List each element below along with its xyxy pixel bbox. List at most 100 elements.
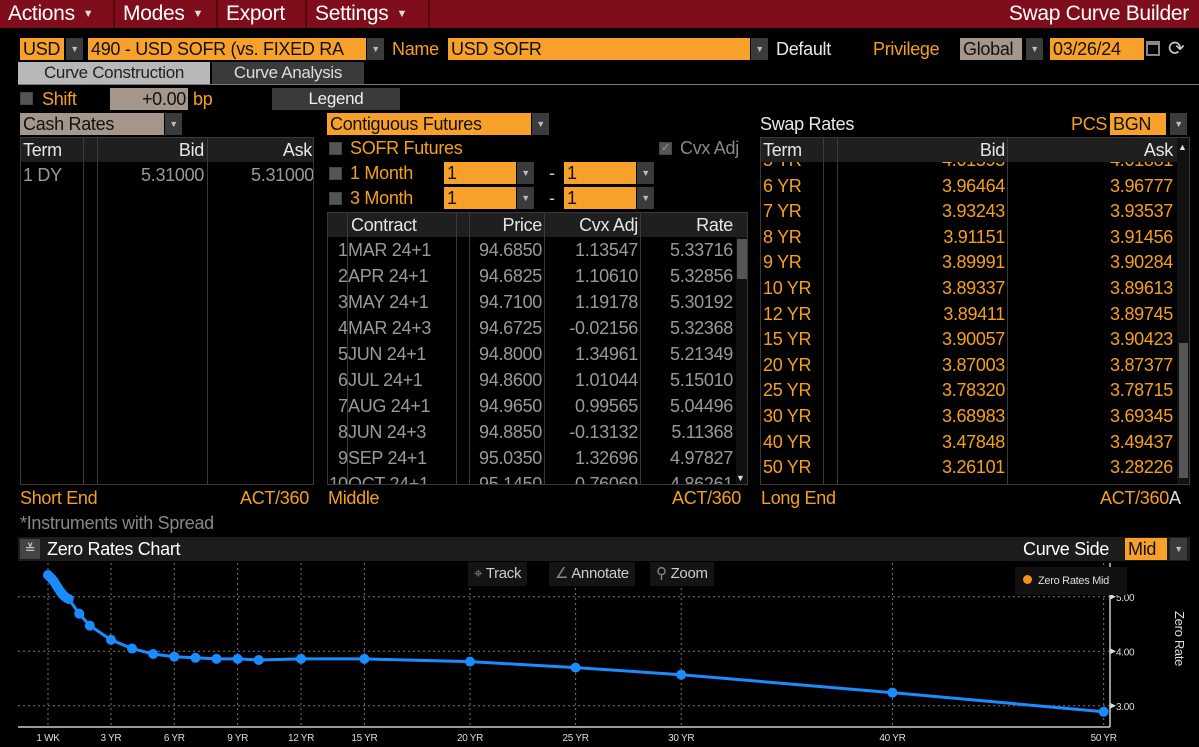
table-row[interactable]: 2 APR 24+1 94.6825 1.10610 5.32856	[328, 264, 736, 289]
bid-cell: 3.89337	[942, 278, 1005, 298]
term-cell: 12 YR	[763, 303, 812, 324]
column-header-bid[interactable]: Bid	[841, 138, 1005, 163]
long-end-label: Long End	[761, 488, 836, 508]
table-row[interactable]: 9 SEP 24+1 95.0350 1.32696 4.97827	[328, 446, 736, 471]
row-number: 5	[337, 344, 348, 364]
annotate-button[interactable]: ∠ Annotate	[549, 562, 635, 586]
refresh-icon[interactable]: ⟳	[1168, 36, 1185, 61]
actions-menu[interactable]: Actions ▼	[0, 0, 115, 28]
term-cell: 40 YR	[763, 431, 812, 452]
futures-select[interactable]: Contiguous Futures	[327, 113, 531, 135]
column-header-price[interactable]: Price	[470, 213, 542, 238]
default-label: Default	[776, 39, 831, 59]
term-cell: 15 YR	[763, 329, 812, 350]
shift-checkbox[interactable]	[20, 92, 33, 105]
column-header-term[interactable]: Term	[23, 138, 62, 163]
1-month-from-select[interactable]: 1	[444, 162, 516, 184]
curve-select[interactable]: 490 - USD SOFR (vs. FIXED RA	[88, 38, 366, 60]
chevron-down-icon[interactable]: ▼	[532, 113, 549, 135]
data-point	[127, 643, 138, 654]
chevron-down-icon[interactable]: ▼	[367, 38, 384, 60]
scroll-up-icon[interactable]: ▲	[1178, 142, 1187, 152]
column-header-bid[interactable]: Bid	[101, 138, 204, 163]
settings-label: Settings	[315, 2, 389, 25]
y-axis-label: Zero Rate	[1172, 611, 1187, 666]
table-row[interactable]: 4 MAR 24+3 94.6725 -0.02156 5.32368	[328, 316, 736, 341]
table-row[interactable]: 3 MAY 24+1 94.7100 1.19178 5.30192	[328, 290, 736, 315]
zoom-button[interactable]: ⚲ Zoom	[650, 562, 714, 586]
ask-cell: 3.89745	[1110, 303, 1173, 324]
legend-button[interactable]: Legend	[272, 88, 400, 110]
privilege-select[interactable]: Global	[960, 38, 1022, 60]
chevron-down-icon[interactable]: ▼	[517, 162, 534, 184]
date-input[interactable]: 03/26/24	[1050, 38, 1144, 60]
scroll-down-icon[interactable]: ▼	[736, 473, 745, 483]
pencil-icon: ∠	[555, 565, 569, 582]
1-month-checkbox[interactable]	[329, 167, 342, 180]
scrollbar[interactable]: ▲	[1177, 138, 1189, 484]
chevron-down-icon[interactable]: ▼	[1026, 38, 1043, 60]
scrollbar-thumb[interactable]	[737, 239, 747, 279]
term-cell: 1 DY	[23, 165, 62, 185]
scrollbar[interactable]: ▲ ▼	[736, 237, 747, 484]
sofr-futures-checkbox[interactable]	[329, 142, 342, 155]
pcs-select[interactable]: BGN	[1110, 113, 1166, 135]
table-row[interactable]: 6 JUL 24+1 94.8600 1.01044 5.15010	[328, 368, 736, 393]
3-month-checkbox[interactable]	[329, 192, 342, 205]
long-end-daycount: ACT/360A	[1100, 488, 1181, 509]
settings-menu[interactable]: Settings ▼	[307, 0, 430, 28]
scrollbar-thumb[interactable]	[1179, 343, 1188, 478]
name-input[interactable]: USD SOFR	[448, 38, 750, 60]
tab-curve-analysis[interactable]: Curve Analysis	[212, 62, 364, 84]
shift-unit: bp	[193, 89, 213, 109]
currency-select[interactable]: USD	[20, 38, 64, 60]
price-cell: 94.9650	[479, 396, 542, 416]
chevron-down-icon[interactable]: ▼	[751, 38, 768, 60]
price-cell: 94.8600	[479, 370, 542, 390]
table-row[interactable]: 5 JUN 24+1 94.8000 1.34961 5.21349	[328, 342, 736, 367]
column-header-contract[interactable]: Contract	[351, 213, 417, 238]
calendar-icon[interactable]	[1146, 41, 1160, 56]
curve-side-select[interactable]: Mid	[1125, 538, 1167, 560]
bid-cell: 3.89991	[942, 252, 1005, 273]
chevron-down-icon[interactable]: ▼	[1170, 538, 1187, 560]
futures-table: Contract Price Cvx Adj Rate 1 MAR 24+1 94.…	[327, 212, 748, 485]
chevron-down-icon[interactable]: ▼	[1170, 113, 1187, 135]
chevron-down-icon[interactable]: ▼	[637, 162, 654, 184]
data-point	[105, 634, 116, 645]
collapse-icon[interactable]: ≚	[20, 539, 40, 559]
shift-input[interactable]: +0.00	[110, 88, 188, 110]
column-header-term[interactable]: Term	[763, 138, 802, 163]
track-button[interactable]: ⌖ Track	[468, 562, 528, 586]
cvx-adj-cell: 0.99565	[575, 396, 638, 416]
chevron-down-icon[interactable]: ▼	[165, 113, 182, 135]
column-header-cvx-adj[interactable]: Cvx Adj	[545, 213, 638, 238]
column-header-ask[interactable]: Ask	[211, 138, 312, 163]
table-row[interactable]: 1 MAR 24+1 94.6850 1.13547 5.33716	[328, 238, 736, 263]
chevron-down-icon[interactable]: ▼	[517, 187, 534, 209]
table-row[interactable]: 10 OCT 24+1 95.1450 0.76069 4.86261	[328, 472, 736, 484]
range-dash: -	[549, 163, 555, 183]
table-row[interactable]: 8 JUN 24+3 94.8850 -0.13132 5.11368	[328, 420, 736, 445]
chevron-down-icon[interactable]: ▼	[66, 38, 83, 60]
column-header-ask[interactable]: Ask	[1009, 138, 1173, 163]
table-row[interactable]: 1 DY 5.31000 5.31000	[21, 163, 313, 188]
column-header-rate[interactable]: Rate	[641, 213, 733, 238]
1-month-to-select[interactable]: 1	[564, 162, 636, 184]
zoom-label: Zoom	[670, 565, 708, 582]
bid-cell: 3.87003	[942, 354, 1005, 375]
3-month-from-select[interactable]: 1	[444, 187, 516, 209]
3-month-to-select[interactable]: 1	[564, 187, 636, 209]
cvx-adj-checkbox[interactable]: ✓	[659, 142, 672, 155]
chevron-down-icon[interactable]: ▼	[637, 187, 654, 209]
row-number: 6	[337, 370, 348, 390]
term-cell: 6 YR	[763, 175, 802, 196]
y-tick-label: 3.00	[1116, 702, 1135, 713]
modes-menu[interactable]: Modes ▼	[115, 0, 218, 28]
bid-cell: 3.68983	[942, 406, 1005, 426]
export-menu[interactable]: Export	[218, 0, 307, 28]
contract-cell: MAY 24+1	[348, 292, 429, 312]
tab-curve-construction[interactable]: Curve Construction	[18, 62, 210, 84]
cash-rates-select[interactable]: Cash Rates	[20, 113, 164, 135]
table-row[interactable]: 7 AUG 24+1 94.9650 0.99565 5.04496	[328, 394, 736, 419]
